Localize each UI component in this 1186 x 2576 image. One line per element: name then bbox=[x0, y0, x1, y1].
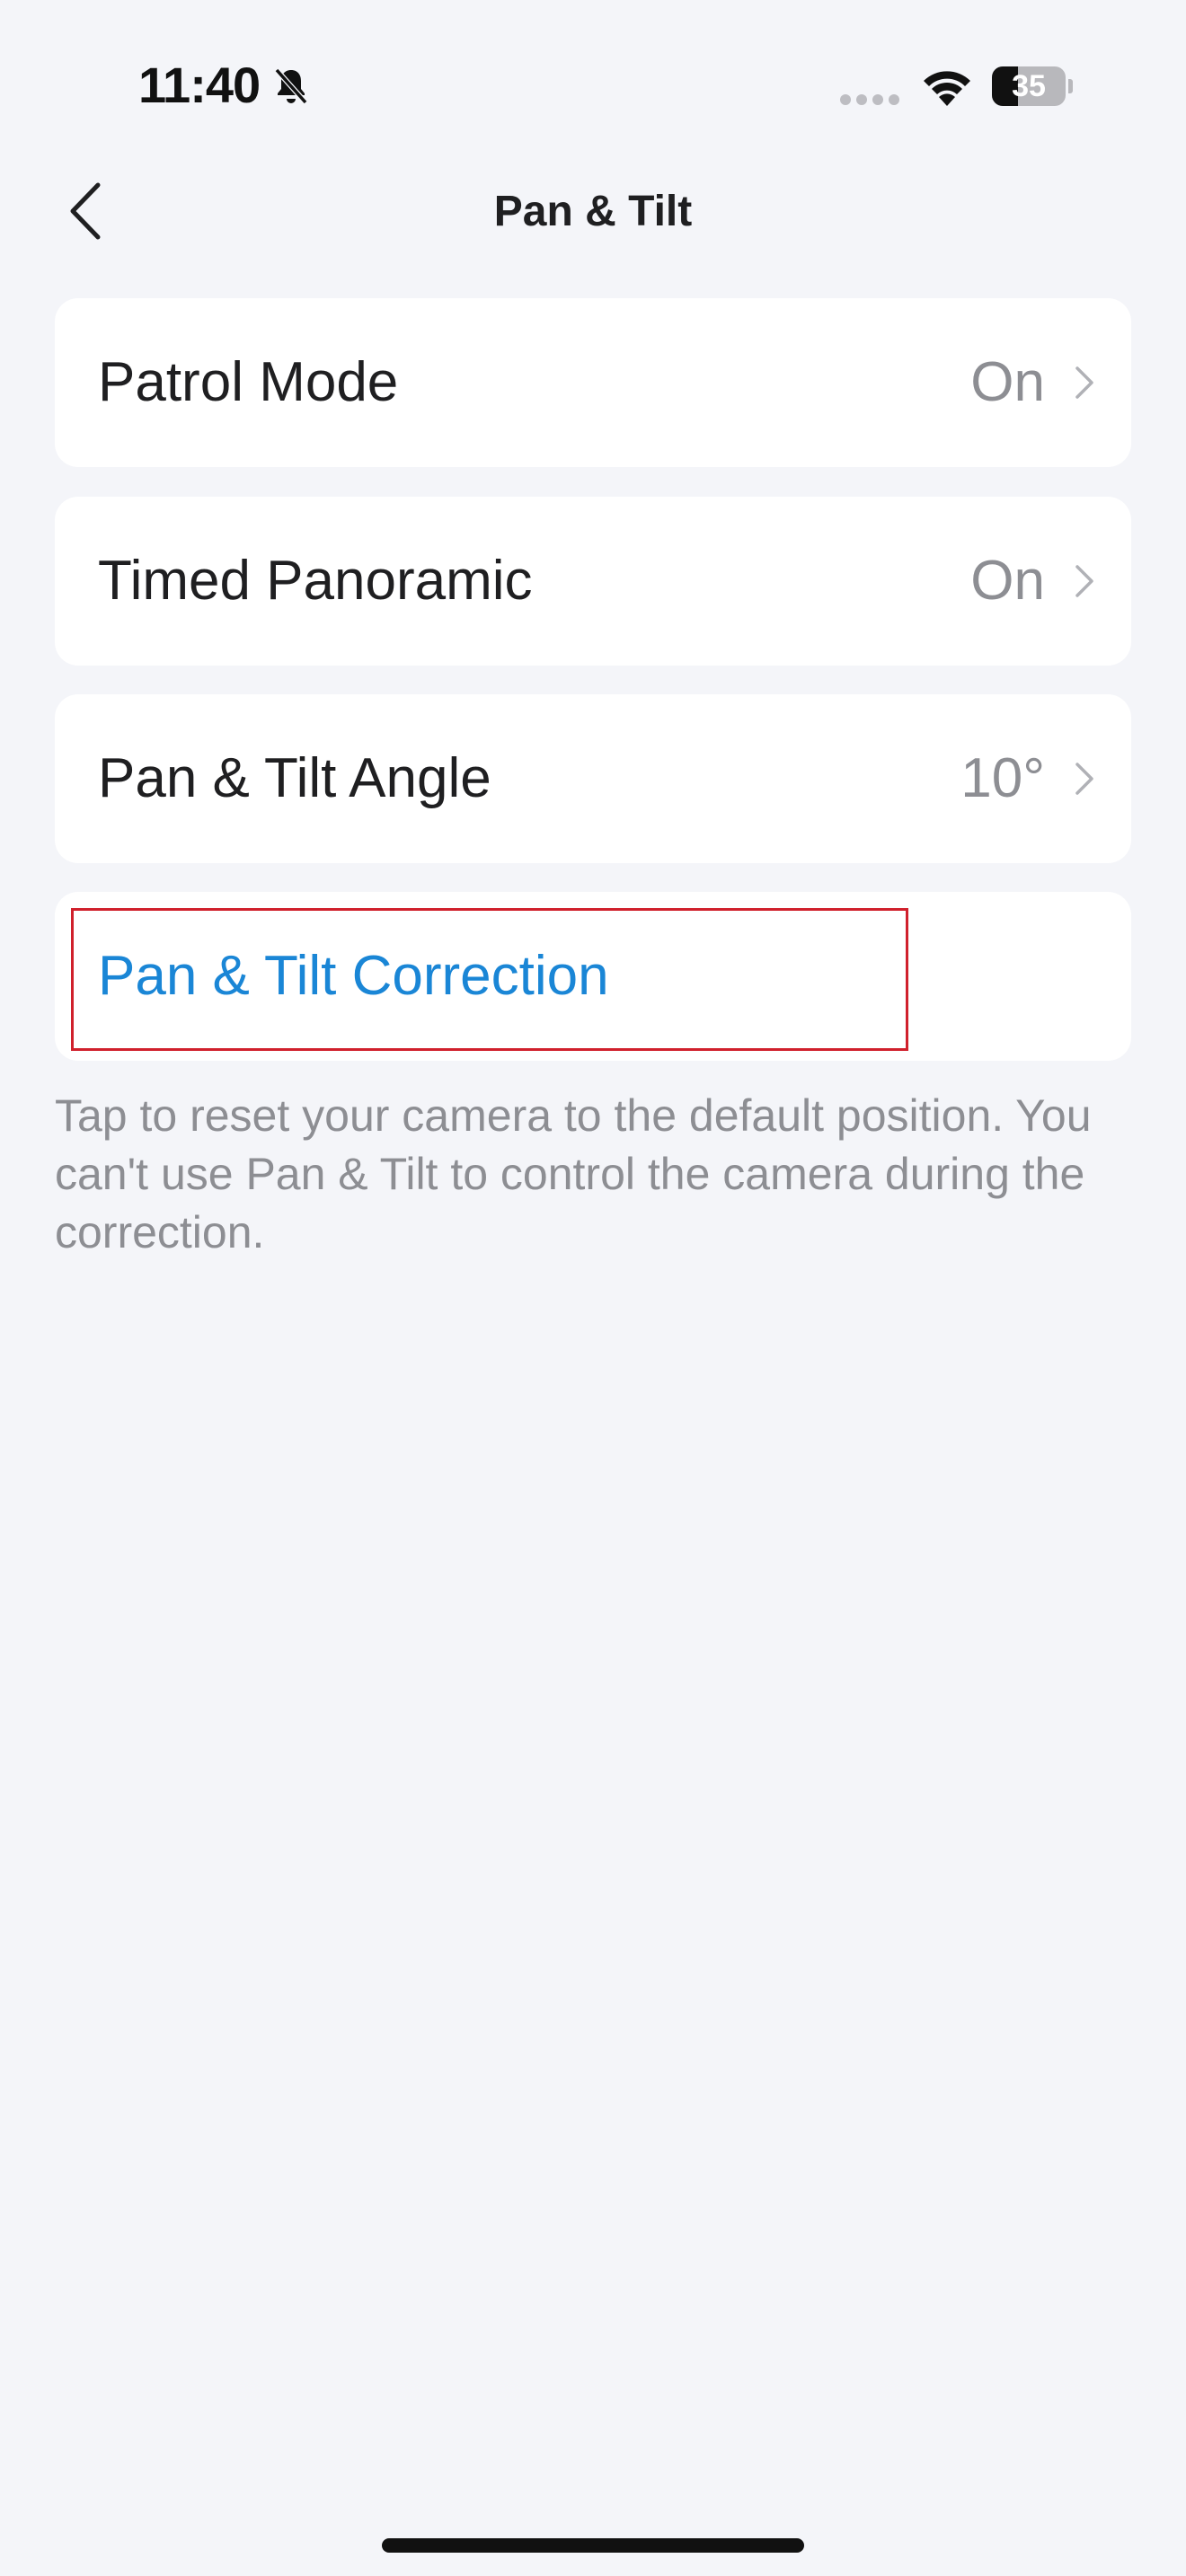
pan-tilt-angle-row[interactable]: Pan & Tilt Angle 10° bbox=[55, 694, 1131, 863]
correction-helper-text: Tap to reset your camera to the default … bbox=[55, 1090, 1092, 1257]
battery-level: 35 bbox=[1012, 69, 1046, 103]
chevron-right-icon bbox=[1075, 763, 1093, 795]
battery-icon: 35 bbox=[992, 66, 1073, 106]
patrol-mode-row[interactable]: Patrol Mode On bbox=[55, 298, 1131, 467]
cellular-signal-icon bbox=[840, 94, 899, 105]
status-time: 11:40 bbox=[138, 57, 261, 113]
home-indicator[interactable] bbox=[382, 2538, 804, 2553]
pan-tilt-angle-label: Pan & Tilt Angle bbox=[98, 747, 491, 809]
page-title: Pan & Tilt bbox=[493, 188, 693, 235]
patrol-mode-label: Patrol Mode bbox=[98, 351, 399, 413]
nav-bar: Pan & Tilt bbox=[0, 171, 1186, 251]
status-bar: 11:40 35 bbox=[0, 0, 1186, 171]
chevron-right-icon bbox=[1075, 366, 1093, 399]
timed-panoramic-value: On bbox=[970, 550, 1045, 612]
bell-slash-icon bbox=[274, 68, 308, 104]
highlight-box bbox=[71, 908, 908, 1051]
pan-tilt-angle-value: 10° bbox=[960, 747, 1045, 809]
patrol-mode-value: On bbox=[970, 351, 1045, 413]
timed-panoramic-row[interactable]: Timed Panoramic On bbox=[55, 497, 1131, 666]
wifi-icon bbox=[924, 71, 970, 106]
timed-panoramic-label: Timed Panoramic bbox=[98, 550, 533, 612]
chevron-right-icon bbox=[1075, 565, 1093, 597]
